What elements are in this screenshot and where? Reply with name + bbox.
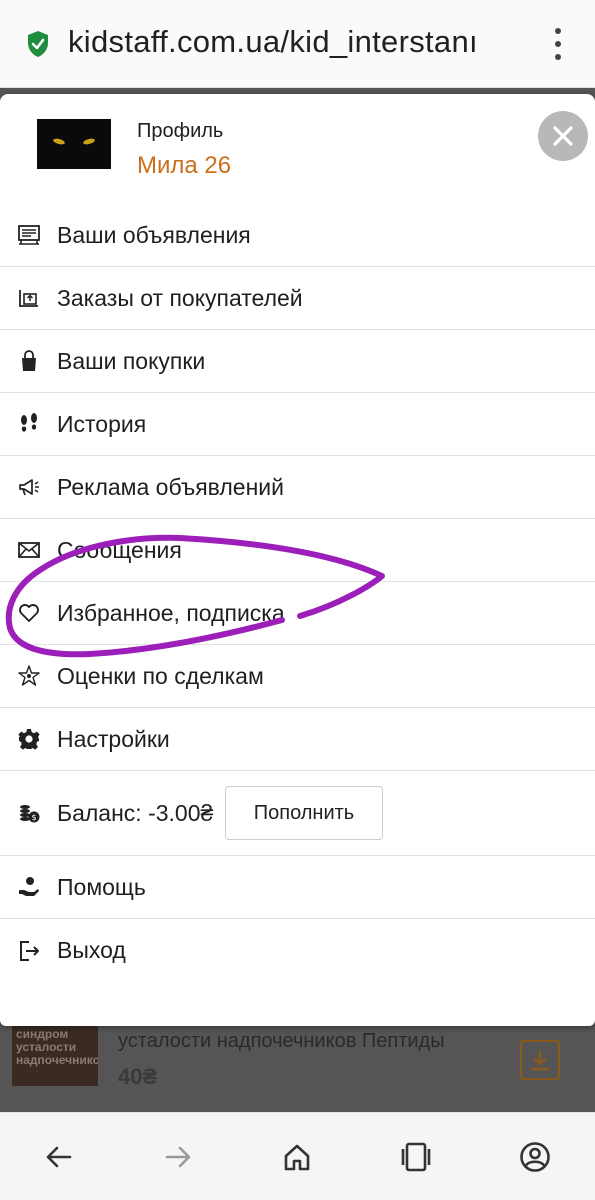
topup-button[interactable]: Пополнить — [225, 786, 383, 840]
background-listing-title: усталости надпочечников Пептиды — [118, 1030, 445, 1052]
profile-name[interactable]: Мила 26 — [137, 152, 231, 180]
browser-url-bar[interactable]: kidstaff.com.ua/kid_interstanı — [0, 0, 595, 88]
menu-item-orders[interactable]: Заказы от покупателей — [0, 267, 595, 330]
menu-item-help[interactable]: Помощь — [0, 856, 595, 919]
menu-item-purchases[interactable]: Ваши покупки — [0, 330, 595, 393]
home-icon[interactable] — [279, 1139, 315, 1175]
coins-icon: $ — [17, 801, 41, 825]
menu-item-label: Помощь — [57, 873, 146, 900]
download-icon — [520, 1040, 560, 1080]
menu-item-listings[interactable]: Ваши объявления — [0, 204, 595, 267]
envelope-icon — [17, 538, 41, 562]
menu-item-history[interactable]: История — [0, 393, 595, 456]
menu-item-label: Сообщения — [57, 536, 182, 563]
help-hand-icon — [17, 875, 41, 899]
avatar[interactable] — [37, 119, 111, 169]
user-menu-panel: Профиль Мила 26 Ваши объявления Заказы о… — [0, 94, 595, 1026]
balance-label: Баланс: -3.00₴ — [57, 799, 214, 826]
menu-item-label: Настройки — [57, 725, 170, 752]
browser-menu-icon[interactable] — [546, 28, 570, 60]
menu-item-label: Ваши покупки — [57, 347, 206, 374]
menu-item-messages[interactable]: Сообщения — [0, 519, 595, 582]
secure-shield-icon — [28, 31, 48, 57]
menu-list: Ваши объявления Заказы от покупателей Ва… — [0, 204, 595, 982]
svg-text:$: $ — [31, 813, 36, 822]
menu-item-logout[interactable]: Выход — [0, 919, 595, 982]
background-listing-thumbnail: синдром усталости надпочечников — [12, 1026, 98, 1086]
background-listing-price: 40₴ — [118, 1064, 158, 1089]
shopping-bag-icon — [17, 349, 41, 373]
listing-icon — [17, 223, 41, 247]
url-fade — [490, 20, 530, 64]
back-arrow-icon[interactable] — [41, 1139, 77, 1175]
megaphone-icon — [17, 475, 41, 499]
profile-header[interactable]: Профиль Мила 26 — [0, 94, 595, 204]
close-icon — [553, 126, 573, 146]
menu-item-label: Ваши объявления — [57, 221, 251, 248]
ratings-icon — [17, 664, 41, 688]
menu-item-label: История — [57, 410, 147, 437]
profile-label: Профиль — [137, 120, 224, 142]
forward-arrow-icon[interactable] — [160, 1139, 196, 1175]
menu-item-favorites[interactable]: Избранное, подписка — [0, 582, 595, 645]
close-button[interactable] — [538, 111, 588, 161]
menu-item-advertising[interactable]: Реклама объявлений — [0, 456, 595, 519]
heart-icon — [17, 601, 41, 625]
menu-item-label: Избранное, подписка — [57, 599, 285, 626]
url-text[interactable]: kidstaff.com.ua/kid_interstanı — [68, 24, 528, 60]
orders-icon — [17, 286, 41, 310]
menu-item-label: Выход — [57, 937, 126, 963]
gear-icon — [17, 727, 41, 751]
logout-icon — [17, 939, 41, 963]
menu-item-label: Реклама объявлений — [57, 473, 284, 500]
menu-item-label: Заказы от покупателей — [57, 284, 303, 311]
tabs-icon[interactable] — [398, 1139, 434, 1175]
menu-item-balance: $ Баланс: -3.00₴ Пополнить — [0, 771, 595, 856]
account-icon[interactable] — [517, 1139, 553, 1175]
browser-bottom-nav — [0, 1112, 595, 1200]
menu-item-settings[interactable]: Настройки — [0, 708, 595, 771]
menu-item-label: Оценки по сделкам — [57, 662, 264, 689]
footprints-icon — [17, 412, 41, 436]
menu-item-ratings[interactable]: Оценки по сделкам — [0, 645, 595, 708]
